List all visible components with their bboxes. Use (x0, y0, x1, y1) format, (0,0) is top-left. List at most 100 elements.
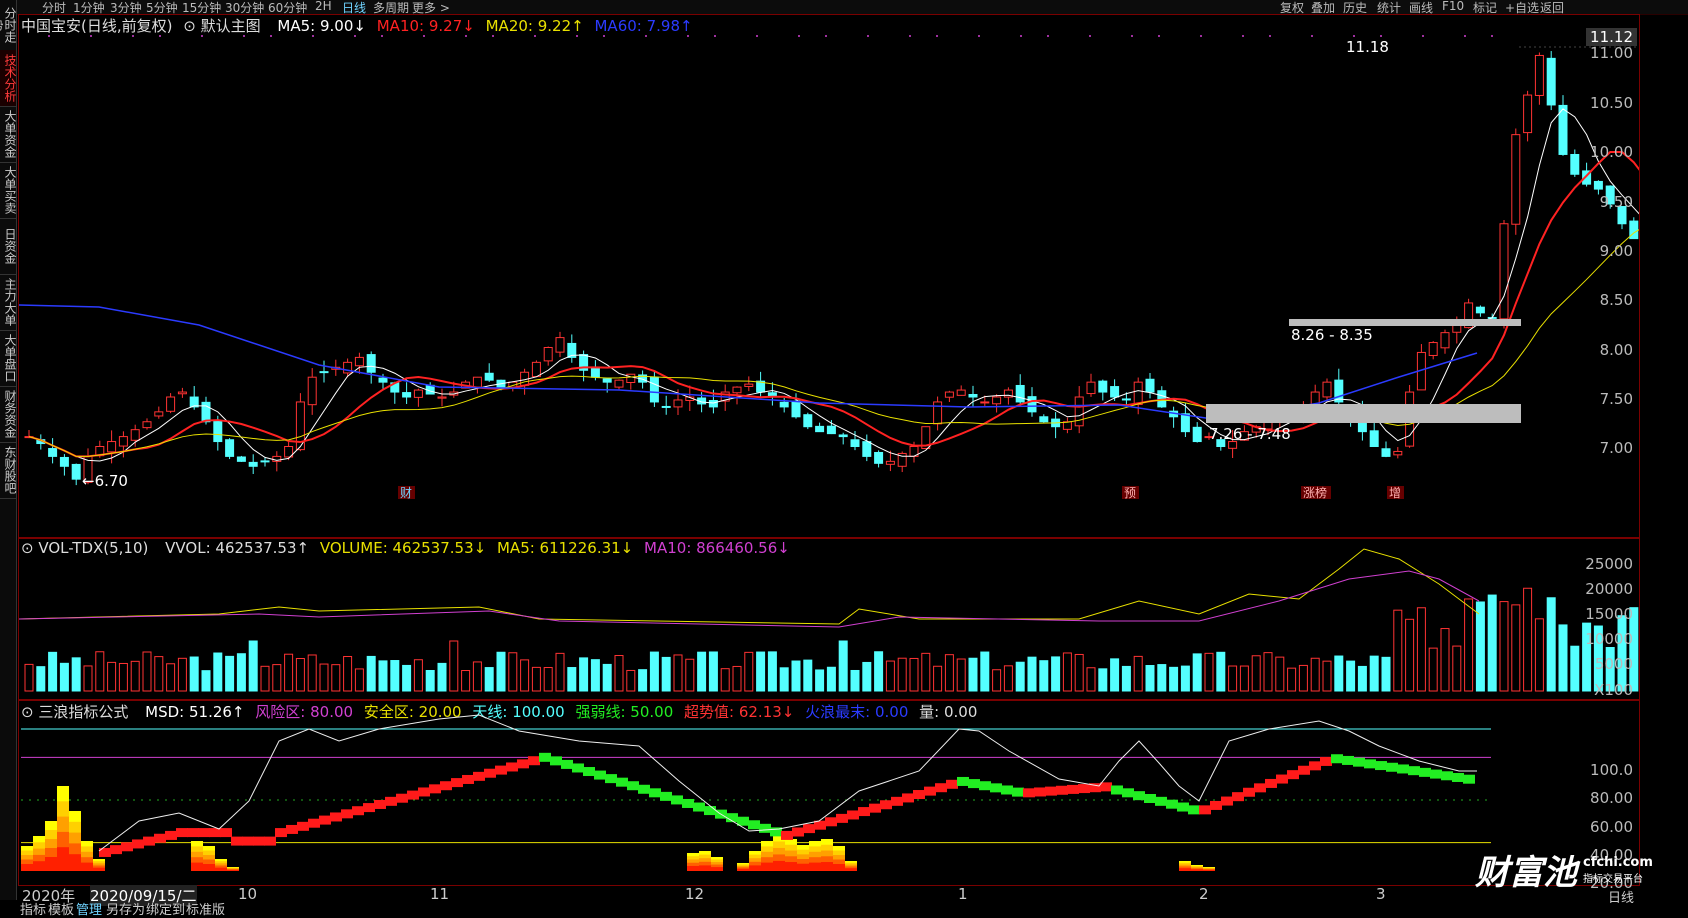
volume-bar (1192, 653, 1202, 692)
flame-bar (785, 862, 797, 871)
msd-step (572, 763, 584, 773)
candle-body (402, 392, 412, 398)
msd-step (792, 827, 804, 837)
msd-step (803, 824, 815, 834)
msd-step (253, 836, 265, 846)
volume-bar (496, 651, 506, 692)
msd-step (297, 821, 309, 831)
volume-bar (130, 660, 140, 692)
event-marker: 增 (1389, 486, 1401, 500)
flame-bar (773, 860, 785, 871)
indicator-button[interactable]: 指标 (20, 899, 46, 918)
flame-bar (749, 865, 761, 871)
candle-body (602, 378, 612, 383)
msd-step (440, 781, 452, 791)
msd-step (1430, 769, 1442, 779)
candle-body (71, 463, 81, 480)
candle-body (213, 420, 223, 443)
volume-bar (1570, 645, 1580, 692)
candle-body (1511, 134, 1521, 225)
sidebar-tab-bigorder-trades[interactable]: 大单买卖 (0, 162, 17, 219)
event-dot (576, 35, 578, 37)
sidebar-tab-bigorder-funds[interactable]: 大单资金 (0, 106, 17, 163)
candle-body (1062, 421, 1072, 430)
candle-body (118, 436, 128, 447)
candle-body (1098, 380, 1108, 393)
candle-body (1440, 332, 1450, 349)
msd-step (418, 787, 430, 797)
volume-bar (107, 661, 117, 692)
msd-step (869, 803, 881, 813)
volume-bar (154, 656, 164, 692)
volume-bar (1440, 628, 1450, 692)
manage-button[interactable]: 管理 (76, 899, 102, 918)
event-dot (201, 35, 203, 37)
candle-body (1523, 94, 1533, 134)
event-dot (1242, 35, 1244, 37)
volume-bar (1027, 656, 1037, 692)
tab-2h[interactable]: 2H (315, 0, 332, 13)
bind-button[interactable]: 绑定到 (146, 899, 185, 918)
msd-step (484, 768, 496, 778)
candle-body (59, 456, 69, 467)
volume-bar (236, 653, 246, 692)
msd-step (913, 790, 925, 800)
flame-bar (845, 868, 857, 871)
sidebar-tab-finance-funds[interactable]: 财务资金 (0, 386, 17, 443)
candlestick-chart[interactable]: 8.26 - 8.35 7.26 - 7.48 11.18 ←6.70 财 预 涨榜 增 (19, 15, 1639, 537)
msd-step (506, 762, 518, 772)
flame-bar (1179, 868, 1191, 871)
volume-bar (1169, 666, 1179, 692)
volume-pane[interactable]: ⊙ VOL-TDX(5,10) VVOL: 462537.53↑ VOLUME:… (18, 538, 1640, 700)
msd-step (605, 774, 617, 784)
candle-body (803, 414, 813, 428)
volume-bar (673, 654, 683, 692)
event-dot (492, 35, 494, 37)
msd-step (451, 778, 463, 788)
volume-bar (1003, 665, 1013, 692)
msd-step (594, 770, 606, 780)
ma60-line (19, 304, 1478, 421)
candle-body (1110, 386, 1120, 398)
axis-tick: 10000 (1585, 630, 1633, 648)
f10-button[interactable]: F10 (1442, 0, 1464, 13)
sidebar-tab-timeshare[interactable]: 分时走势 (0, 0, 17, 51)
event-dot (270, 35, 272, 37)
volume-bar (838, 640, 848, 692)
axis-tick: 7.50 (1599, 390, 1633, 408)
sidebar-tab-main-bigorder[interactable]: 主力大单 (0, 274, 17, 331)
flame-bar (761, 862, 773, 871)
msd-step (143, 836, 155, 846)
flame-bar (33, 861, 45, 871)
indicator-pane[interactable]: ⊙ 三浪指标公式 MSD: 51.26↑ 风险区: 80.00 安全区: 20.… (18, 700, 1640, 892)
candle-body (413, 389, 423, 398)
candle-body (354, 356, 364, 367)
volume-bar (697, 651, 707, 692)
sidebar-tab-bigorder-book[interactable]: 大单盘口 (0, 330, 17, 387)
sidebar-tab-daily-funds[interactable]: 日资金 (0, 218, 17, 275)
main-kline-pane[interactable]: 中国宝安(日线,前复权) ⊙ 默认主图 MA5: 9.00↓ MA10: 9.2… (18, 14, 1640, 538)
candle-body (708, 400, 718, 408)
flame-bar (227, 869, 239, 871)
volume-bar (402, 664, 412, 692)
template-button[interactable]: 模板 (48, 899, 74, 918)
axis-tick: 25000 (1585, 555, 1633, 573)
volume-bar (732, 665, 742, 692)
volume-bar (756, 651, 766, 692)
save-as-button[interactable]: 另存为 (106, 899, 145, 918)
volume-bar (1369, 655, 1379, 692)
candle-body (378, 377, 388, 383)
candle-body (874, 451, 884, 464)
volume-bar (354, 668, 364, 692)
sidebar-tab-technical[interactable]: 技术分析 (0, 50, 17, 107)
volume-bar (437, 662, 447, 692)
volume-bar (602, 663, 612, 692)
candle-body (166, 396, 176, 412)
msd-step (968, 779, 980, 789)
msd-step (1210, 800, 1222, 810)
standard-edition-button[interactable]: 标准版 (186, 899, 225, 918)
candle-body (1475, 306, 1485, 314)
sidebar-tab-guba[interactable]: 东财股吧 (0, 442, 17, 499)
volume-bar (331, 664, 341, 692)
volume-bar (956, 658, 966, 692)
